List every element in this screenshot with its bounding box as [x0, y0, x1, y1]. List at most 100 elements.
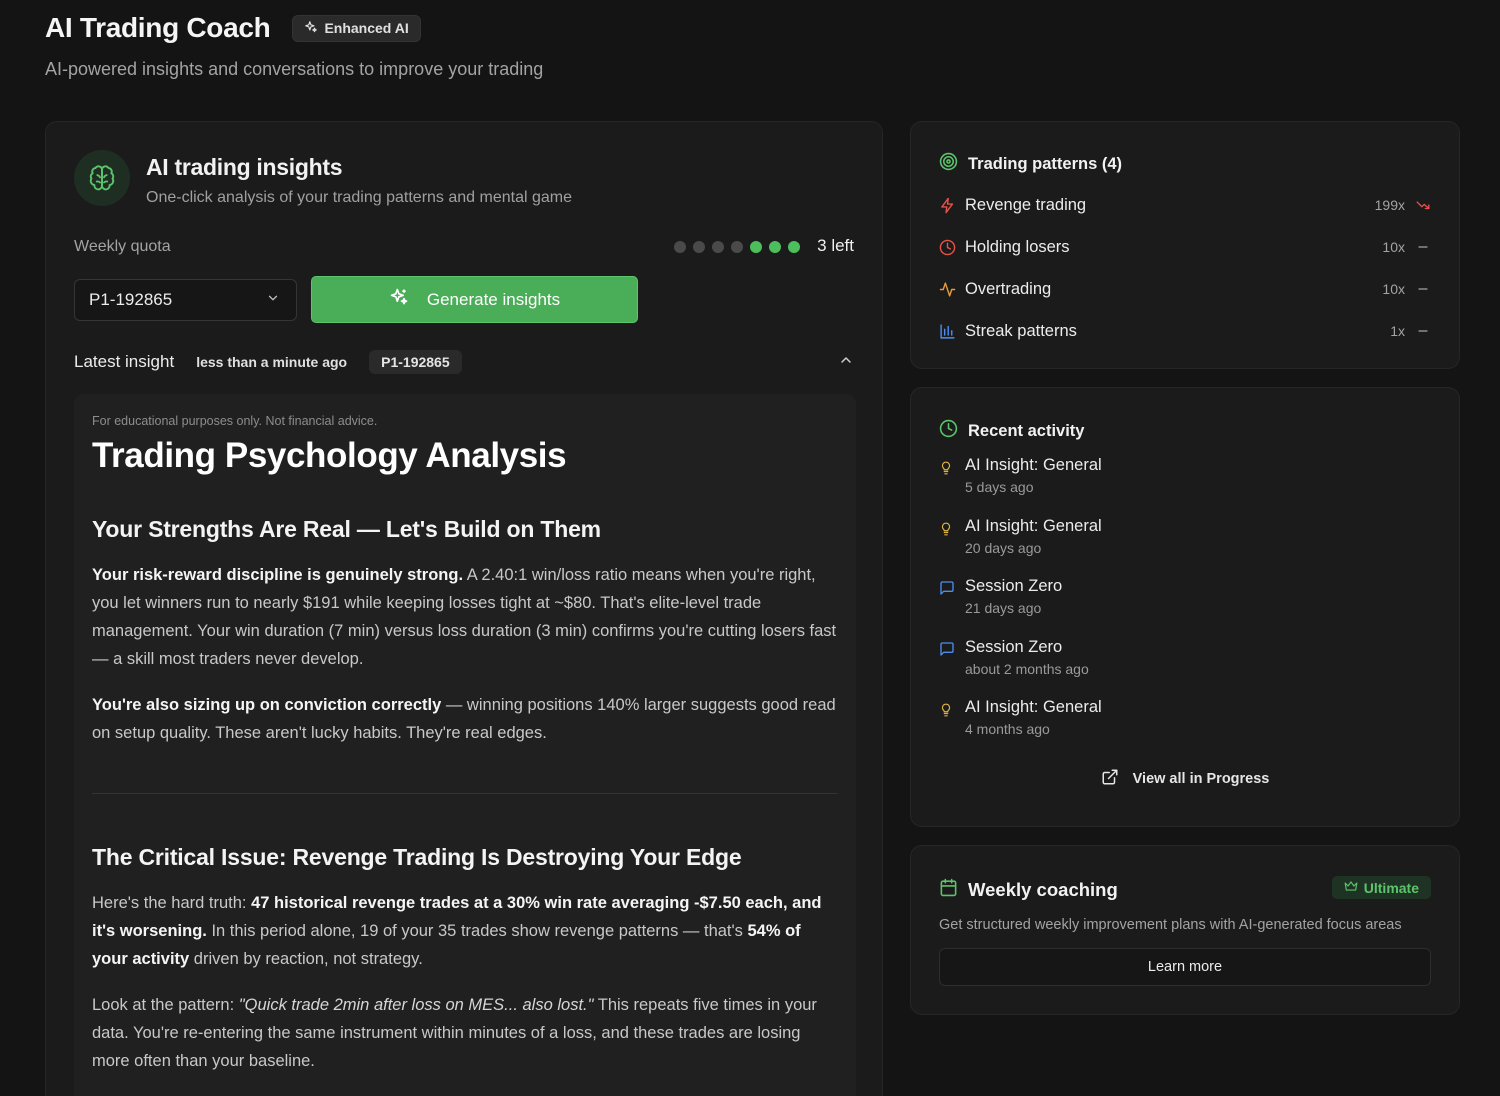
page-header: AI Trading Coach Enhanced AI AI-powered …	[45, 12, 543, 80]
pattern-count: 1x	[1390, 323, 1405, 339]
coaching-title: Weekly coaching	[968, 879, 1118, 900]
activity-title-text: AI Insight: General	[965, 456, 1102, 474]
trading-patterns-card: Trading patterns (4) Revenge trading 199…	[910, 121, 1460, 369]
activity-title-text: Session Zero	[965, 637, 1063, 656]
account-select[interactable]: P1-192865	[74, 279, 297, 321]
disclaimer: For educational purposes only. Not finan…	[92, 414, 378, 428]
latest-insight-row[interactable]: Latest insight less than a minute ago P1…	[74, 350, 856, 374]
critical-text-a: Here's the hard truth:	[92, 894, 252, 912]
activity-item[interactable]: Session Zero 21 days ago	[939, 577, 1102, 638]
patterns-title-row: Trading patterns (4)	[939, 152, 1122, 176]
external-link-icon	[1101, 768, 1119, 790]
sparkles-icon	[389, 287, 409, 312]
zap-icon	[939, 196, 957, 214]
pattern-row-holding-losers[interactable]: Holding losers 10x	[939, 226, 1431, 268]
ultimate-label: Ultimate	[1363, 879, 1419, 896]
strengths-heading: Your Strengths Are Real — Let's Build on…	[92, 516, 601, 542]
pattern-text-a: Look at the pattern:	[92, 996, 239, 1014]
activity-title-text: Session Zero	[965, 577, 1063, 595]
activity-icon	[939, 280, 957, 298]
pattern-row-overtrading[interactable]: Overtrading 10x	[939, 268, 1431, 310]
activity-item[interactable]: AI Insight: General 20 days ago	[939, 517, 1102, 578]
pattern-name: Holding losers	[965, 237, 1070, 256]
pattern-count: 10x	[1382, 281, 1405, 297]
lightbulb-icon	[939, 698, 955, 759]
pattern-count: 10x	[1382, 239, 1405, 255]
activity-time: 21 days ago	[965, 600, 1042, 616]
critical-text-b: In this period alone, 19 of your 35 trad…	[206, 922, 748, 940]
view-all-label: View all in Progress	[1132, 771, 1270, 787]
enhanced-ai-badge: Enhanced AI	[292, 14, 421, 42]
quota-dot-used	[731, 241, 743, 253]
ai-insights-card: AI trading insights One-click analysis o…	[45, 121, 883, 1096]
calendar-icon	[939, 878, 958, 902]
crown-icon	[1344, 879, 1358, 896]
minus-icon	[1415, 283, 1431, 295]
generate-insights-label: Generate insights	[426, 289, 561, 309]
quota-dot-available	[788, 241, 800, 253]
critical-text-c: driven by reaction, not strategy.	[189, 950, 423, 968]
ultimate-badge: Ultimate	[1331, 876, 1431, 899]
critical-issue-heading: The Critical Issue: Revenge Trading Is D…	[92, 844, 742, 870]
coaching-title-row: Weekly coaching	[939, 878, 1118, 902]
weekly-coaching-card: Weekly coaching Ultimate Get structured …	[910, 845, 1460, 1015]
chat-icon	[939, 638, 955, 699]
insight-content: For educational purposes only. Not finan…	[74, 394, 856, 1096]
generate-insights-button[interactable]: Generate insights	[311, 276, 638, 323]
activity-time: about 2 months ago	[965, 660, 1089, 677]
activity-item[interactable]: AI Insight: General 5 days ago	[939, 456, 1102, 517]
chevron-down-icon	[266, 290, 280, 310]
lightbulb-icon	[939, 517, 955, 578]
chat-icon	[939, 577, 955, 638]
activity-title-text: AI Insight: General	[965, 516, 1102, 535]
page-subtitle: AI-powered insights and conversations to…	[45, 59, 544, 79]
pattern-name: Overtrading	[965, 279, 1052, 298]
activity-time: 4 months ago	[965, 721, 1050, 737]
strengths-bold-1: Your risk-reward discipline is genuinely…	[92, 566, 464, 584]
patterns-list: Revenge trading 199x Holding losers 10x …	[939, 184, 1431, 352]
bar-chart-icon	[939, 322, 957, 340]
activity-item[interactable]: AI Insight: General 4 months ago	[939, 698, 1102, 759]
quota-left-count: 3 left	[817, 236, 854, 255]
pattern-name: Streak patterns	[965, 321, 1077, 340]
view-all-progress-link[interactable]: View all in Progress	[911, 768, 1459, 790]
activity-time: 5 days ago	[965, 479, 1034, 495]
page-title: AI Trading Coach	[45, 12, 271, 43]
quota-dot-available	[769, 241, 781, 253]
quota-dots	[674, 241, 800, 253]
activity-item[interactable]: Session Zero about 2 months ago	[939, 638, 1102, 699]
analysis-heading: Trading Psychology Analysis	[92, 436, 567, 475]
latest-insight-account-tag: P1-192865	[369, 350, 462, 374]
pattern-quote: "Quick trade 2min after loss on MES... a…	[238, 996, 594, 1014]
pattern-row-revenge-trading[interactable]: Revenge trading 199x	[939, 184, 1431, 226]
strengths-paragraph-1: Your risk-reward discipline is genuinely…	[92, 561, 838, 673]
enhanced-ai-label: Enhanced AI	[324, 20, 409, 36]
section-divider	[92, 793, 838, 794]
clock-icon	[939, 419, 958, 443]
activity-title: Recent activity	[968, 421, 1085, 440]
activity-title-row: Recent activity	[939, 419, 1084, 443]
activity-list: AI Insight: General 5 days ago AI Insigh…	[939, 456, 1102, 759]
weekly-quota-label: Weekly quota	[74, 238, 171, 255]
quota-dot-available	[750, 241, 762, 253]
lightbulb-icon	[939, 456, 955, 517]
chevron-up-icon[interactable]	[838, 352, 854, 373]
activity-title-text: AI Insight: General	[965, 698, 1102, 716]
critical-paragraph-1: Here's the hard truth: 47 historical rev…	[92, 889, 838, 973]
sparkles-icon	[304, 20, 318, 37]
minus-icon	[1415, 241, 1431, 253]
insights-title: AI trading insights	[146, 154, 343, 180]
latest-insight-time: less than a minute ago	[196, 354, 348, 370]
critical-paragraph-2: Look at the pattern: "Quick trade 2min a…	[92, 991, 838, 1075]
pattern-count: 199x	[1374, 197, 1405, 213]
strengths-bold-2: You're also sizing up on conviction corr…	[92, 696, 442, 714]
clock-icon	[939, 238, 957, 256]
quota-dot-used	[712, 241, 724, 253]
latest-insight-label: Latest insight	[74, 352, 175, 371]
learn-more-button[interactable]: Learn more	[939, 948, 1431, 986]
pattern-name: Revenge trading	[965, 195, 1087, 214]
quota-dot-used	[674, 241, 686, 253]
trending-down-icon	[1415, 198, 1431, 212]
target-icon	[939, 152, 958, 176]
pattern-row-streak-patterns[interactable]: Streak patterns 1x	[939, 310, 1431, 352]
